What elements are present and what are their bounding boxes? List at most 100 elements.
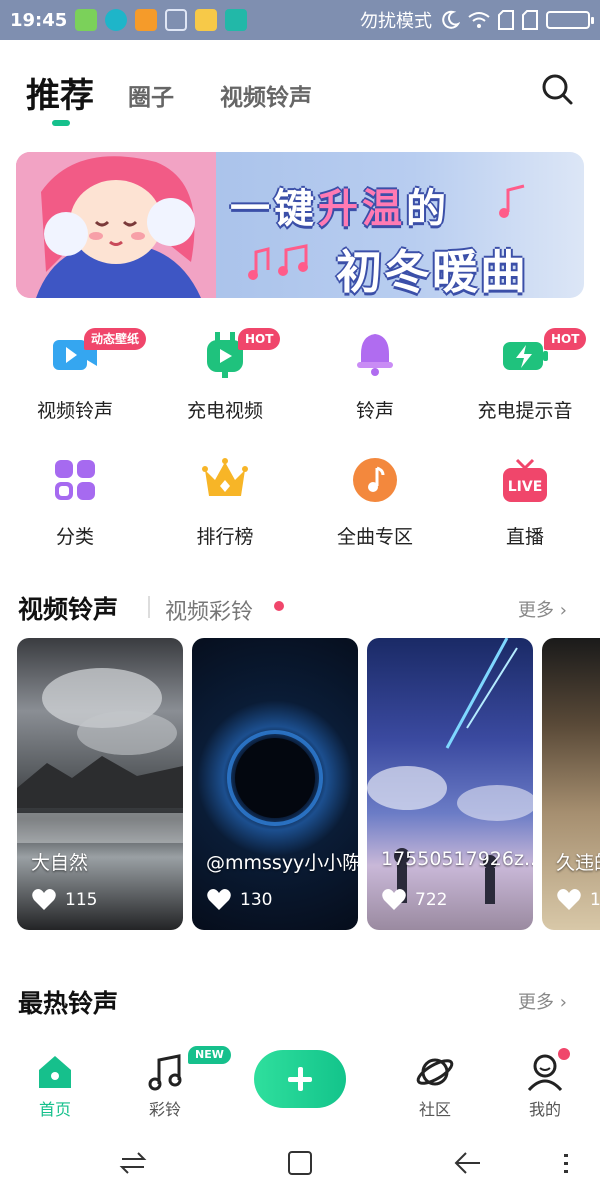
banner-headline-1: 一键升温的 bbox=[230, 176, 450, 234]
nav-home[interactable]: 首页 bbox=[0, 1040, 110, 1130]
card-thumbnail bbox=[227, 730, 323, 826]
heart-icon bbox=[382, 889, 406, 910]
category-full-song[interactable]: 全曲专区 bbox=[300, 446, 450, 556]
live-text: LIVE bbox=[508, 479, 543, 495]
banner-text-a: 一键 bbox=[230, 186, 318, 232]
nav-label: 我的 bbox=[528, 1100, 561, 1119]
crown-icon bbox=[202, 458, 248, 496]
home-icon bbox=[39, 1056, 71, 1088]
more-link-video[interactable]: 更多 › bbox=[518, 596, 567, 622]
nav-label: 彩铃 bbox=[148, 1100, 181, 1119]
bottom-nav: 首页 彩铃 NEW 社区 我的 bbox=[0, 1040, 600, 1130]
heart-icon bbox=[557, 889, 581, 910]
more-label: 更多 bbox=[518, 992, 554, 1013]
sim2-icon bbox=[522, 10, 538, 30]
folder-icon bbox=[195, 9, 218, 31]
chevron-right-icon: › bbox=[559, 992, 567, 1013]
battery-bolt-icon bbox=[503, 342, 548, 370]
category-label: 全曲专区 bbox=[336, 526, 413, 548]
category-label: 视频铃声 bbox=[36, 400, 113, 422]
banner-headline-2: 初冬暖曲 bbox=[336, 245, 528, 298]
add-button[interactable] bbox=[254, 1050, 346, 1108]
banner-text-c: 的 bbox=[406, 186, 450, 232]
card-title: 久违的 bbox=[556, 852, 600, 874]
music-note-nav-icon bbox=[148, 1054, 182, 1091]
heart-icon bbox=[32, 889, 56, 910]
category-live[interactable]: LIVE 直播 bbox=[450, 446, 600, 556]
plus-icon bbox=[288, 1067, 312, 1091]
category-charging-sound[interactable]: HOT 充电提示音 bbox=[450, 320, 600, 430]
tab-video-ringtone[interactable]: 视频铃声 bbox=[220, 78, 312, 112]
cleaner-icon bbox=[165, 9, 188, 31]
android-icon bbox=[75, 9, 98, 31]
top-tabs: 推荐 圈子 视频铃声 bbox=[0, 40, 600, 140]
like-count: 722 bbox=[415, 890, 448, 910]
tab-indicator bbox=[52, 120, 70, 126]
section-title-hot: 最热铃声 bbox=[18, 989, 119, 1018]
like-count: 130 bbox=[240, 890, 273, 910]
category-video-ringtone[interactable]: 动态壁纸 视频铃声 bbox=[0, 320, 150, 430]
sim-icon bbox=[498, 10, 514, 30]
more-label: 更多 bbox=[518, 600, 554, 621]
status-notification-icons bbox=[75, 9, 248, 31]
promo-banner[interactable]: 一键升温的 初冬暖曲 bbox=[16, 152, 584, 298]
like-count: 1 bbox=[590, 890, 600, 910]
category-grid: 动态壁纸 视频铃声 HOT 充电视频 铃声 HOT 充电提示音 分类 排行榜 全… bbox=[0, 320, 600, 560]
card-title: 大自然 bbox=[31, 852, 89, 874]
category-ringtone[interactable]: 铃声 bbox=[300, 320, 450, 430]
category-ranking[interactable]: 排行榜 bbox=[150, 446, 300, 556]
section-title-video: 视频铃声 bbox=[18, 595, 119, 624]
back-icon[interactable] bbox=[452, 1148, 482, 1178]
badge-hot: HOT bbox=[238, 328, 281, 350]
banner-girl-illustration bbox=[16, 152, 216, 298]
chevron-right-icon: › bbox=[559, 600, 567, 621]
more-link-hot[interactable]: 更多 › bbox=[518, 988, 567, 1014]
video-card[interactable]: 大自然 115 bbox=[17, 638, 183, 930]
card-thumbnail bbox=[17, 668, 183, 843]
status-time: 19:45 bbox=[10, 9, 68, 31]
home-square-icon[interactable] bbox=[285, 1148, 315, 1178]
video-card[interactable]: 久违的 1 bbox=[542, 638, 600, 930]
video-card[interactable]: @mmssyy小小陈 130 bbox=[192, 638, 358, 930]
category-label: 充电提示音 bbox=[477, 400, 573, 422]
category-label: 直播 bbox=[505, 526, 544, 548]
tab-video-crbt[interactable]: 视频彩铃 bbox=[165, 594, 253, 626]
category-charging-video[interactable]: HOT 充电视频 bbox=[150, 320, 300, 430]
tab-recommend[interactable]: 推荐 bbox=[26, 68, 94, 117]
moon-icon bbox=[442, 10, 460, 29]
video-card-list: 大自然 115 @mmssyy小小陈 130 17550517926z... 7… bbox=[0, 638, 600, 932]
card-likes: 115 bbox=[31, 888, 97, 912]
category-classify[interactable]: 分类 bbox=[0, 446, 150, 556]
battery-icon bbox=[546, 11, 594, 29]
card-likes: 722 bbox=[381, 888, 447, 912]
tab-circle[interactable]: 圈子 bbox=[128, 78, 174, 112]
usb-icon bbox=[225, 9, 248, 31]
new-badge: NEW bbox=[188, 1046, 231, 1064]
nav-mine[interactable]: 我的 bbox=[490, 1040, 600, 1130]
music-note-icon-small bbox=[499, 184, 525, 218]
status-bar: 19:45 勿扰模式 bbox=[0, 0, 600, 40]
card-title: 17550517926z... bbox=[381, 848, 533, 870]
music-notes-icon bbox=[248, 244, 308, 280]
music-note-icon bbox=[353, 458, 397, 502]
like-count: 115 bbox=[65, 890, 98, 910]
banner-text-highlight: 升温 bbox=[318, 186, 406, 232]
bell-icon bbox=[357, 334, 393, 376]
badge-live-wallpaper: 动态壁纸 bbox=[84, 328, 147, 350]
warning-icon bbox=[135, 9, 158, 31]
heart-icon bbox=[207, 889, 231, 910]
nav-label: 首页 bbox=[38, 1100, 71, 1119]
nav-community[interactable]: 社区 bbox=[380, 1040, 490, 1130]
tv-icon: LIVE bbox=[503, 458, 547, 502]
menu-dots-icon[interactable] bbox=[552, 1148, 582, 1178]
nav-label: 社区 bbox=[418, 1100, 451, 1119]
video-card[interactable]: 17550517926z... 722 bbox=[367, 638, 533, 930]
search-icon[interactable] bbox=[540, 72, 574, 106]
badge-hot: HOT bbox=[544, 328, 587, 350]
category-label: 充电视频 bbox=[186, 400, 263, 422]
switch-icon[interactable] bbox=[118, 1148, 148, 1178]
category-label: 分类 bbox=[55, 526, 94, 548]
card-likes: 1 bbox=[556, 888, 600, 912]
category-label: 排行榜 bbox=[196, 526, 254, 548]
planet-icon bbox=[416, 1058, 454, 1086]
